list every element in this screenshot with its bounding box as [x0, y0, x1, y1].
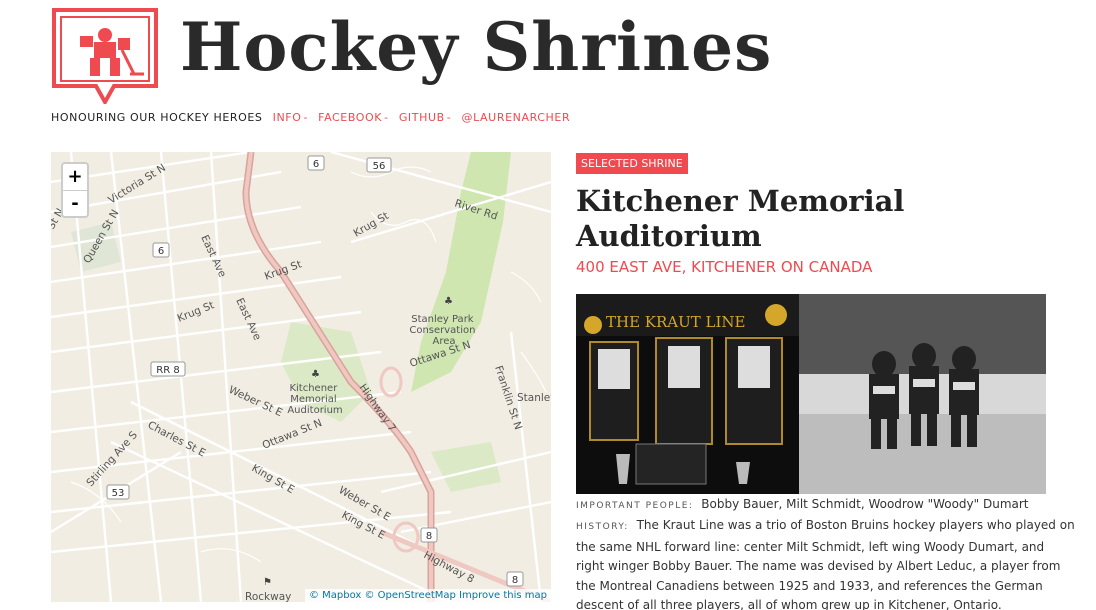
map-tiles[interactable]: Victoria St N Queen St N St N Krug St Kr… [51, 152, 551, 602]
kraut-line-players-photo [799, 294, 1046, 494]
site-logo [52, 8, 158, 107]
route-shield: 6 [313, 159, 319, 170]
selected-shrine-badge: SELECTED SHRINE [576, 153, 688, 174]
shrine-details: IMPORTANT PEOPLE: Bobby Bauer, Milt Schm… [576, 495, 1076, 610]
nav-separator: - [303, 111, 309, 124]
important-people: IMPORTANT PEOPLE: Bobby Bauer, Milt Schm… [576, 495, 1076, 516]
history-value: The Kraut Line was a trio of Boston Brui… [576, 518, 1075, 610]
map-label-auditorium: Kitchener Memorial Auditorium [287, 383, 342, 416]
history-label: HISTORY: [576, 522, 629, 533]
people-label: IMPORTANT PEOPLE: [576, 501, 694, 511]
zoom-out-button[interactable]: - [63, 190, 87, 216]
route-shield: 8 [426, 531, 432, 542]
kraut-line-display-photo: THE KRAUT LINE [576, 294, 799, 494]
people-value: Bobby Bauer, Milt Schmidt, Woodrow "Wood… [701, 497, 1029, 511]
zoom-control: + - [61, 162, 89, 218]
shrine-map[interactable]: Victoria St N Queen St N St N Krug St Kr… [51, 152, 551, 602]
zoom-in-button[interactable]: + [63, 164, 87, 190]
park-marker-icon: ♣ [444, 296, 453, 307]
history: HISTORY: The Kraut Line was a trio of Bo… [576, 516, 1076, 610]
nav-separator: - [446, 111, 452, 124]
route-shield: 6 [158, 246, 164, 257]
nav-link-github[interactable]: GITHUB [399, 111, 445, 124]
nav-link-twitter[interactable]: @LAURENARCHER [461, 111, 570, 124]
photo-sign-text: THE KRAUT LINE [606, 313, 746, 331]
nav-link-info[interactable]: INFO [273, 111, 302, 124]
map-attribution[interactable]: © Mapbox © OpenStreetMap Improve this ma… [304, 589, 551, 602]
shrine-address: 400 EAST AVE, KITCHENER ON CANADA [576, 258, 873, 276]
nav-separator: - [384, 111, 389, 124]
venue-marker-icon: ♣ [311, 369, 320, 380]
route-shield: RR 8 [156, 365, 179, 376]
map-label: Stanley [517, 392, 551, 404]
shrine-name: Kitchener Memorial Auditorium [576, 184, 905, 253]
route-shield: 53 [112, 488, 125, 499]
nav-link-facebook[interactable]: FACEBOOK [318, 111, 382, 124]
tagline-text: HONOURING OUR HOCKEY HEROES [51, 111, 263, 124]
site-title: Hockey Shrines [180, 8, 773, 86]
site-tagline: HONOURING OUR HOCKEY HEROES INFO - FACEBO… [51, 111, 570, 124]
golf-marker-icon: ⚑ [263, 577, 272, 588]
map-label: Rockway [245, 591, 291, 602]
route-shield: 56 [373, 161, 386, 172]
route-shield: 8 [512, 575, 518, 586]
